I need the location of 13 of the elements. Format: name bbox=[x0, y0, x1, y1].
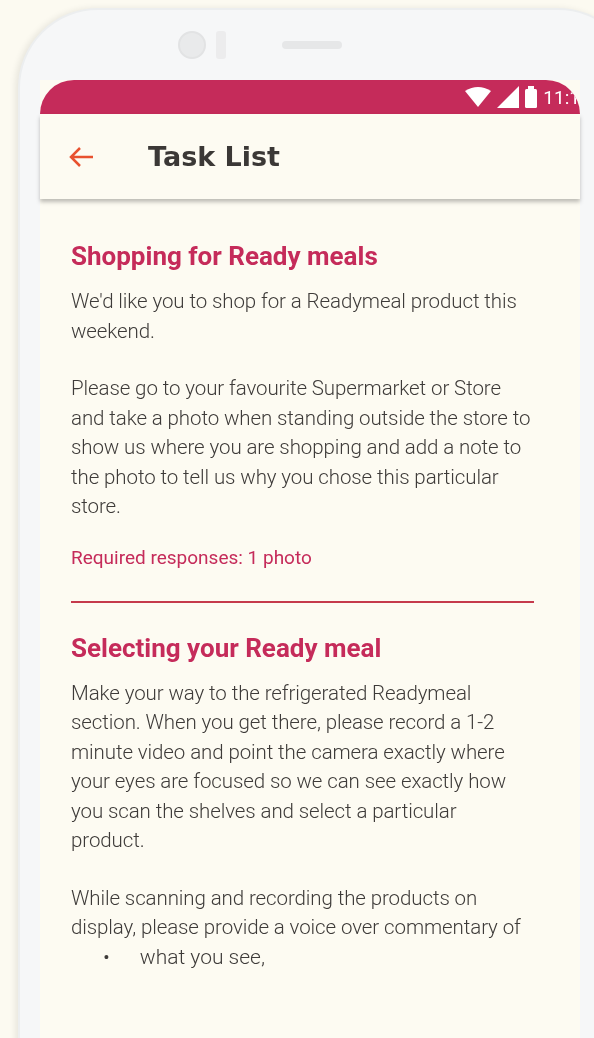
battery-icon bbox=[525, 86, 538, 108]
task-description: Make your way to the refrigerated Readymeal section. When you get there, please record a 1-2 minute video and point the camera exactly where your eyes are focused so we can see exactly how you scan the shelves and select a particular product. bbox=[71, 679, 508, 854]
task-description: We'd like you to shop for a Readymeal product this weekend. bbox=[71, 288, 518, 345]
task-title: Shopping for Ready meals bbox=[71, 241, 379, 271]
bullet-text: what you see, bbox=[139, 943, 265, 971]
bullet-marker: • bbox=[103, 943, 110, 971]
wifi-icon bbox=[465, 87, 492, 107]
signal-icon bbox=[497, 86, 520, 108]
required-responses: Required responses: 1 photo bbox=[71, 545, 313, 569]
screen-title: Task List bbox=[148, 141, 281, 172]
back-arrow-icon bbox=[68, 145, 94, 168]
task-description: Please go to your favourite Supermarket or Store and take a photo when standing outside the store to show us where you are shopping and add a note to the photo to tell us why you chose this particular store. bbox=[71, 375, 532, 520]
task-title: Selecting your Ready meal bbox=[71, 632, 383, 663]
